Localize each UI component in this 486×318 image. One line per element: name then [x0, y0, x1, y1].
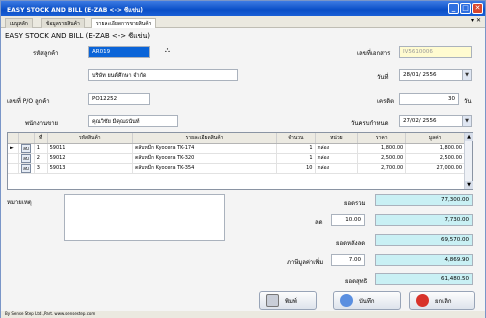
total-label: ยอดรวม [344, 200, 366, 207]
vat-label: ภาษีมูลค่าเพิ่ม [287, 259, 324, 266]
row-unit: กล่อง [315, 153, 359, 164]
table-row[interactable]: ลบ 3 59013 ตลับหมึก Kyocera TK-354 10 กล… [8, 163, 465, 174]
due-date-field[interactable]: 27/02/ 2556 ▼ [399, 115, 472, 127]
row-no: 1 [34, 143, 48, 154]
row-qty[interactable]: 1 [276, 143, 316, 154]
date-field[interactable]: 28/01/ 2556 ▼ [399, 69, 472, 81]
search-customer-icon[interactable]: ⛬ [165, 46, 170, 55]
row-price[interactable]: 1,800.00 [357, 143, 407, 154]
save-label: บันทึก [359, 297, 375, 305]
row-desc: ตลับหมึก Kyocera TK-354 [132, 163, 278, 174]
vat-field: 4,869.90 [375, 254, 473, 266]
customer-code-field[interactable]: AR019 [88, 46, 150, 58]
row-amount: 2,500.00 [405, 153, 465, 164]
po-label: เลขที่ P/O ลูกค้า [7, 98, 50, 105]
date-label: วันที่ [377, 74, 389, 81]
chevron-down-icon[interactable]: ▼ [462, 116, 471, 126]
due-date-value: 27/02/ 2556 [403, 118, 437, 124]
row-qty[interactable]: 10 [276, 163, 316, 174]
remark-label: หมายเหตุ [7, 199, 32, 206]
minimize-button[interactable]: _ [448, 3, 459, 14]
grid-header-price: ราคา [357, 133, 407, 144]
grid-header-no: ที่ [34, 133, 48, 144]
cancel-icon [416, 294, 429, 307]
row-unit: กล่อง [315, 163, 359, 174]
grid-header-desc: รายละเอียดสินค้า [132, 133, 278, 144]
row-no: 3 [34, 163, 48, 174]
credit-field[interactable]: 30 [399, 93, 459, 105]
grid-header-qty: จำนวน [276, 133, 316, 144]
grid-header-unit: หน่วย [315, 133, 359, 144]
row-price[interactable]: 2,700.00 [357, 163, 407, 174]
tab-sale-detail[interactable]: รายละเอียดการขายสินค้า [91, 18, 157, 28]
row-qty[interactable]: 1 [276, 153, 316, 164]
customer-name-field[interactable]: บริษัท ยนต์ศึกษา จำกัด [88, 69, 238, 81]
cancel-label: ยกเลิก [435, 297, 452, 305]
credit-label: เครดิต [377, 98, 395, 105]
delete-row-button[interactable]: ลบ [21, 153, 31, 163]
grid-header-row: ที่ รหัสสินค้า รายละเอียดสินค้า จำนวน หน… [8, 133, 465, 144]
row-price[interactable]: 2,500.00 [357, 153, 407, 164]
table-row[interactable]: ลบ 2 59012 ตลับหมึก Kyocera TK-320 1 กล่… [8, 153, 465, 164]
row-code[interactable]: 59012 [47, 153, 133, 164]
discount-label: ลด [315, 219, 323, 226]
row-code[interactable]: 59011 [47, 143, 133, 154]
delete-row-button[interactable]: ลบ [21, 163, 31, 173]
row-desc: ตลับหมึก Kyocera TK-320 [132, 153, 278, 164]
tab-bar: เมนูหลัก ข้อมูลรายสินค้า รายละเอียดการขา… [1, 16, 485, 28]
row-pointer-icon: ► [8, 143, 20, 154]
app-window: EASY STOCK AND BILL (E-ZAB <-> ซีแข่น) _… [0, 0, 486, 318]
table-row[interactable]: ► ลบ 1 59011 ตลับหมึก Kyocera TK-174 1 ก… [8, 143, 465, 154]
doc-no-label: เลขที่เอกสาร [357, 50, 391, 57]
printer-icon [266, 294, 279, 307]
items-grid[interactable]: ที่ รหัสสินค้า รายละเอียดสินค้า จำนวน หน… [7, 132, 473, 190]
discount-field: 7,730.00 [375, 214, 473, 226]
scroll-up-icon[interactable]: ▲ [465, 133, 473, 141]
po-field[interactable]: PO12252 [88, 93, 150, 105]
row-unit: กล่อง [315, 143, 359, 154]
grid-header-amount: มูลค่า [405, 133, 465, 144]
grid-scrollbar[interactable]: ▲ ▼ [464, 133, 473, 189]
close-button[interactable]: ✕ [472, 3, 483, 14]
salesman-field[interactable]: คุณวิชัย มีคุณธนันท์ [88, 115, 178, 127]
customer-code-label: รหัสลูกค้า [33, 50, 59, 57]
save-button[interactable]: บันทึก [333, 291, 401, 310]
due-date-label: วันครบกำหนด [351, 120, 389, 127]
tab-product-data[interactable]: ข้อมูลรายสินค้า [41, 18, 85, 28]
title-bar: EASY STOCK AND BILL (E-ZAB <-> ซีแข่น) _… [1, 1, 485, 16]
page-title: EASY STOCK AND BILL (E-ZAB <-> ซีแข่น) [5, 32, 150, 40]
net-field: 61,480.50 [375, 273, 473, 285]
row-amount: 1,800.00 [405, 143, 465, 154]
total-field: 77,300.00 [375, 194, 473, 206]
after-discount-label: ยอดหลังลด [336, 240, 366, 247]
row-desc: ตลับหมึก Kyocera TK-174 [132, 143, 278, 154]
window-title: EASY STOCK AND BILL (E-ZAB <-> ซีแข่น) [7, 7, 143, 14]
date-value: 28/01/ 2556 [403, 72, 437, 78]
status-bar: By Sense Step Ltd.,Part. www.sensestep.c… [1, 311, 485, 318]
scroll-down-icon[interactable]: ▼ [465, 181, 473, 189]
discount-pct-field[interactable]: 10.00 [331, 214, 365, 226]
row-no: 2 [34, 153, 48, 164]
doc-no-field[interactable]: IV5610006 [399, 46, 472, 58]
maximize-button[interactable]: □ [460, 3, 471, 14]
remark-field[interactable] [64, 194, 225, 241]
chevron-down-icon[interactable]: ▼ [462, 70, 471, 80]
save-icon [340, 294, 353, 307]
vat-pct-field[interactable]: 7.00 [331, 254, 365, 266]
net-label: ยอดสุทธิ [345, 278, 368, 285]
row-code[interactable]: 59013 [47, 163, 133, 174]
cancel-button[interactable]: ยกเลิก [409, 291, 475, 310]
salesman-label: พนักงานขาย [25, 120, 59, 127]
tab-main-menu[interactable]: เมนูหลัก [5, 18, 33, 28]
close-tab-icon[interactable]: ▾ ✕ [471, 17, 481, 24]
grid-header-code: รหัสสินค้า [47, 133, 133, 144]
delete-row-button[interactable]: ลบ [21, 143, 31, 153]
grid-header-select [8, 133, 20, 144]
row-amount: 27,000.00 [405, 163, 465, 174]
credit-unit-label: วัน [464, 98, 472, 105]
after-discount-field: 69,570.00 [375, 234, 473, 246]
grid-header-edit [18, 133, 35, 144]
print-button[interactable]: พิมพ์ [259, 291, 317, 310]
print-label: พิมพ์ [285, 297, 297, 305]
